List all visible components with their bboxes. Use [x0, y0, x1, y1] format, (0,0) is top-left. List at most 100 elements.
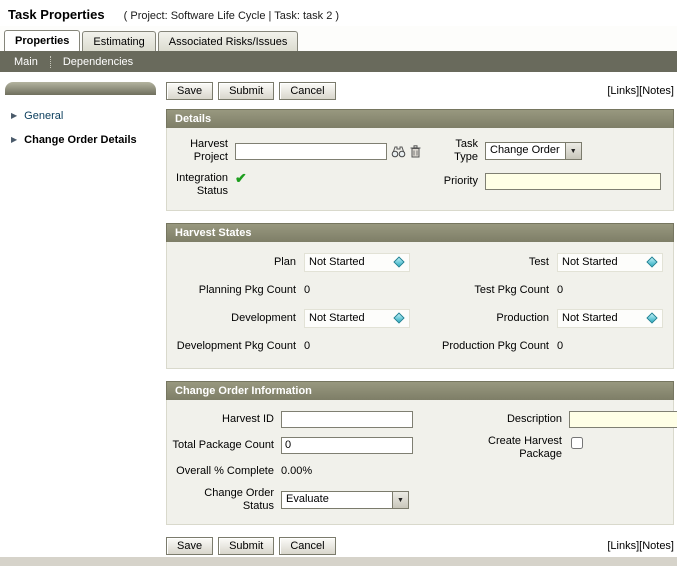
subnav-item-dependencies[interactable]: Dependencies — [61, 56, 135, 68]
description-row: Description — [479, 406, 677, 432]
links-link[interactable]: [Links] — [607, 85, 639, 97]
planning-pkg-count-row: Planning Pkg Count 0 — [167, 276, 420, 304]
test-pkg-count-label: Test Pkg Count — [424, 284, 557, 296]
bottom-window-strip — [0, 557, 677, 566]
content-area: ▶ General ▶ Change Order Details Save Su… — [0, 72, 677, 557]
development-pkg-count-value: 0 — [304, 340, 410, 352]
details-section-body: Harvest Project Integration Status ✔ — [166, 128, 674, 211]
total-package-count-row: Total Package Count — [167, 432, 479, 458]
development-state-text: Not Started — [309, 312, 365, 324]
tab-associated-risks-issues[interactable]: Associated Risks/Issues — [158, 31, 299, 51]
production-pkg-count-row: Production Pkg Count 0 — [420, 332, 673, 360]
save-button-bottom[interactable]: Save — [166, 537, 213, 555]
test-pkg-count-value: 0 — [557, 284, 663, 296]
subnav-bar: Main Dependencies — [0, 51, 677, 72]
sidebar: ▶ General ▶ Change Order Details — [0, 82, 166, 557]
create-harvest-package-label: Create Harvest Package — [483, 435, 569, 461]
change-order-section-body: Harvest ID Total Package Count Overall %… — [166, 400, 674, 525]
integration-status-check-icon: ✔ — [235, 172, 247, 184]
integration-status-label: Integration Status — [171, 172, 235, 198]
harvest-states-section: Harvest States Plan Not Started Test Not… — [166, 223, 674, 369]
priority-input[interactable] — [485, 173, 661, 190]
task-type-select[interactable]: Change Order ▼ — [485, 142, 582, 160]
cancel-button[interactable]: Cancel — [279, 82, 335, 100]
change-order-section: Change Order Information Harvest ID Tota… — [166, 381, 674, 525]
tab-bar: Properties Estimating Associated Risks/I… — [0, 26, 677, 51]
plan-state-text: Not Started — [309, 256, 365, 268]
page-header: Task Properties ( Project: Software Life… — [0, 0, 677, 26]
planning-pkg-count-label: Planning Pkg Count — [171, 284, 304, 296]
cancel-button-bottom[interactable]: Cancel — [279, 537, 335, 555]
create-harvest-package-checkbox[interactable] — [571, 437, 583, 449]
planning-pkg-count-value: 0 — [304, 284, 410, 296]
test-state-value: Not Started — [557, 253, 663, 272]
task-type-row: Task Type Change Order ▼ — [429, 134, 673, 168]
harvest-id-label: Harvest ID — [171, 413, 281, 426]
production-state-text: Not Started — [562, 312, 618, 324]
development-pkg-count-label: Development Pkg Count — [171, 340, 304, 352]
integration-status-row: Integration Status ✔ — [167, 168, 429, 202]
harvest-project-input[interactable] — [235, 143, 387, 160]
tab-estimating[interactable]: Estimating — [82, 31, 155, 51]
test-state-row: Test Not Started — [420, 248, 673, 276]
chevron-down-icon: ▼ — [392, 492, 408, 508]
change-order-section-header: Change Order Information — [166, 381, 674, 400]
sidebar-item-change-order-details[interactable]: ▶ Change Order Details — [3, 131, 166, 149]
priority-row: Priority — [429, 168, 673, 194]
development-label: Development — [171, 312, 304, 324]
binoculars-browse-icon[interactable] — [391, 145, 406, 158]
details-section-header: Details — [166, 109, 674, 128]
sidebar-header-cap — [5, 82, 156, 95]
harvest-project-row: Harvest Project — [167, 134, 429, 168]
development-pkg-count-row: Development Pkg Count 0 — [167, 332, 420, 360]
description-input[interactable] — [569, 411, 677, 428]
chevron-down-icon: ▼ — [565, 143, 581, 159]
tab-properties[interactable]: Properties — [4, 30, 80, 51]
notes-link[interactable]: [Notes] — [639, 85, 674, 97]
task-type-selected-value: Change Order — [486, 143, 565, 159]
harvest-id-input[interactable] — [281, 411, 413, 428]
test-pkg-count-row: Test Pkg Count 0 — [420, 276, 673, 304]
delete-trash-icon[interactable] — [410, 145, 421, 158]
links-notes-top: [Links][Notes] — [607, 85, 674, 97]
save-button[interactable]: Save — [166, 82, 213, 100]
total-package-count-label: Total Package Count — [171, 439, 281, 452]
toolbar-top: Save Submit Cancel [Links][Notes] — [166, 82, 674, 100]
main-panel: Save Submit Cancel [Links][Notes] Detail… — [166, 82, 677, 557]
change-order-status-label: Change Order Status — [171, 487, 281, 513]
change-order-status-selected-value: Evaluate — [282, 492, 392, 508]
subnav-separator — [50, 56, 51, 68]
sidebar-item-label: General — [24, 110, 63, 122]
test-label: Test — [424, 256, 557, 268]
notes-link[interactable]: [Notes] — [639, 540, 674, 552]
status-diamond-icon — [646, 256, 657, 267]
production-pkg-count-label: Production Pkg Count — [424, 340, 557, 352]
links-notes-bottom: [Links][Notes] — [607, 540, 674, 552]
toolbar-bottom: Save Submit Cancel [Links][Notes] — [166, 537, 674, 555]
production-pkg-count-value: 0 — [557, 340, 663, 352]
production-state-row: Production Not Started — [420, 304, 673, 332]
change-order-status-row: Change Order Status Evaluate ▼ — [167, 484, 479, 516]
subnav-item-main[interactable]: Main — [12, 56, 40, 68]
tree-arrow-icon: ▶ — [11, 136, 17, 144]
submit-button[interactable]: Submit — [218, 82, 274, 100]
total-package-count-input[interactable] — [281, 437, 413, 454]
development-state-value: Not Started — [304, 309, 410, 328]
details-section: Details Harvest Project — [166, 109, 674, 211]
create-harvest-package-row: Create Harvest Package — [479, 432, 677, 464]
priority-label: Priority — [433, 175, 485, 188]
test-state-text: Not Started — [562, 256, 618, 268]
submit-button-bottom[interactable]: Submit — [218, 537, 274, 555]
plan-label: Plan — [171, 256, 304, 268]
page-title: Task Properties — [8, 7, 105, 22]
plan-state-value: Not Started — [304, 253, 410, 272]
sidebar-item-general[interactable]: ▶ General — [3, 107, 166, 125]
task-type-label: Task Type — [433, 138, 485, 164]
status-diamond-icon — [646, 312, 657, 323]
plan-state-row: Plan Not Started — [167, 248, 420, 276]
harvest-states-section-header: Harvest States — [166, 223, 674, 242]
change-order-status-select[interactable]: Evaluate ▼ — [281, 491, 409, 509]
status-diamond-icon — [393, 256, 404, 267]
links-link[interactable]: [Links] — [607, 540, 639, 552]
development-state-row: Development Not Started — [167, 304, 420, 332]
